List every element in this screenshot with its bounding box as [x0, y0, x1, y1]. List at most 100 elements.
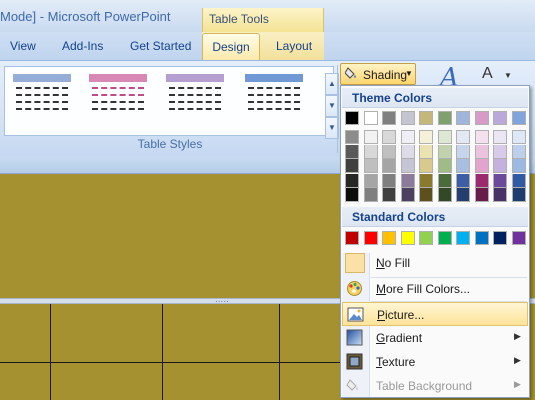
- picture-item[interactable]: Picture...: [342, 302, 528, 326]
- text-fill-dropdown-icon[interactable]: ▼: [504, 71, 512, 80]
- paint-bucket-icon: [346, 379, 358, 391]
- standard-color-swatch[interactable]: [382, 231, 396, 245]
- theme-shade-swatch[interactable]: [493, 173, 507, 188]
- theme-shade-swatch[interactable]: [474, 188, 489, 202]
- theme-shade-swatch[interactable]: [493, 159, 507, 173]
- standard-color-swatch[interactable]: [474, 231, 489, 245]
- theme-color-swatch[interactable]: [511, 111, 526, 125]
- title-bar: Mode] - Microsoft PowerPoint Table Tools: [0, 0, 535, 32]
- theme-shade-swatch[interactable]: [419, 130, 433, 144]
- table-style-3[interactable]: [166, 74, 224, 124]
- standard-color-swatch[interactable]: [511, 231, 526, 245]
- no-fill-item[interactable]: No Fill: [342, 251, 528, 277]
- theme-shade-swatch[interactable]: [382, 188, 396, 202]
- theme-shade-swatch[interactable]: [382, 159, 396, 173]
- theme-shade-swatch[interactable]: [400, 130, 415, 144]
- theme-shade-swatch[interactable]: [456, 130, 470, 144]
- theme-shade-swatch[interactable]: [456, 188, 470, 202]
- theme-color-swatch[interactable]: [400, 111, 415, 125]
- theme-shade-swatch[interactable]: [474, 173, 489, 188]
- standard-color-swatch[interactable]: [437, 231, 452, 245]
- paint-bucket-icon: [345, 67, 359, 82]
- tab-add-ins[interactable]: Add-Ins: [62, 39, 103, 53]
- theme-shade-swatch[interactable]: [419, 159, 433, 173]
- theme-shade-swatch[interactable]: [493, 188, 507, 202]
- theme-shade-swatch[interactable]: [493, 144, 507, 159]
- text-fill-icon[interactable]: A: [482, 65, 493, 83]
- ribbon-tabs: View Add-Ins Get Started Design Layout: [0, 32, 535, 61]
- theme-shade-swatch[interactable]: [474, 144, 489, 159]
- standard-color-swatch[interactable]: [345, 231, 359, 245]
- theme-shade-swatch[interactable]: [456, 173, 470, 188]
- theme-shade-swatch[interactable]: [382, 144, 396, 159]
- theme-shade-swatch[interactable]: [437, 173, 452, 188]
- theme-shade-swatch[interactable]: [345, 159, 359, 173]
- theme-shade-swatch[interactable]: [345, 130, 359, 144]
- theme-shade-swatch[interactable]: [493, 130, 507, 144]
- theme-shade-swatch[interactable]: [456, 159, 470, 173]
- shading-button[interactable]: Shading ▼: [340, 63, 416, 85]
- theme-color-swatch[interactable]: [382, 111, 396, 125]
- theme-shade-swatch[interactable]: [345, 188, 359, 202]
- theme-shade-swatch[interactable]: [400, 144, 415, 159]
- theme-shade-swatch[interactable]: [474, 159, 489, 173]
- theme-shade-swatch[interactable]: [400, 173, 415, 188]
- theme-color-swatch[interactable]: [493, 111, 507, 125]
- theme-shade-swatch[interactable]: [345, 144, 359, 159]
- theme-color-swatch[interactable]: [456, 111, 470, 125]
- theme-shade-swatch[interactable]: [382, 130, 396, 144]
- theme-shade-swatch[interactable]: [363, 173, 378, 188]
- table-style-2[interactable]: [89, 74, 147, 124]
- theme-shade-swatch[interactable]: [363, 159, 378, 173]
- tab-design[interactable]: Design: [202, 33, 260, 61]
- texture-item[interactable]: Texture ▶: [342, 350, 528, 374]
- theme-shade-swatch[interactable]: [363, 130, 378, 144]
- theme-shade-swatch[interactable]: [474, 130, 489, 144]
- theme-shade-swatch[interactable]: [437, 159, 452, 173]
- tab-view[interactable]: View: [10, 39, 36, 53]
- theme-shade-swatch[interactable]: [400, 188, 415, 202]
- more-fill-colors-item[interactable]: More Fill Colors...: [342, 277, 528, 301]
- tab-get-started[interactable]: Get Started: [130, 39, 191, 53]
- theme-shade-swatch[interactable]: [419, 173, 433, 188]
- theme-shade-swatch[interactable]: [437, 144, 452, 159]
- theme-color-swatch[interactable]: [437, 111, 452, 125]
- table-style-4[interactable]: [245, 74, 303, 124]
- theme-color-swatch[interactable]: [474, 111, 489, 125]
- theme-shade-swatch[interactable]: [437, 188, 452, 202]
- theme-shade-swatch[interactable]: [363, 144, 378, 159]
- theme-shade-swatch[interactable]: [437, 130, 452, 144]
- standard-color-swatch[interactable]: [400, 231, 415, 245]
- table-style-header: [13, 74, 71, 82]
- standard-color-swatch[interactable]: [363, 231, 378, 245]
- theme-shade-swatch[interactable]: [400, 159, 415, 173]
- tab-layout[interactable]: Layout: [276, 39, 312, 53]
- theme-shade-swatch[interactable]: [456, 144, 470, 159]
- table-background-submenu-arrow-icon: ▶: [514, 379, 521, 389]
- theme-shade-swatch[interactable]: [345, 173, 359, 188]
- gradient-item[interactable]: Gradient ▶: [342, 326, 528, 350]
- texture-submenu-arrow-icon: ▶: [514, 355, 521, 365]
- theme-shade-swatch[interactable]: [511, 159, 526, 173]
- theme-shade-swatch[interactable]: [419, 188, 433, 202]
- theme-shade-swatch[interactable]: [382, 173, 396, 188]
- theme-shade-swatch[interactable]: [511, 144, 526, 159]
- standard-color-swatch[interactable]: [493, 231, 507, 245]
- theme-shade-swatch[interactable]: [363, 188, 378, 202]
- theme-shade-swatch[interactable]: [511, 188, 526, 202]
- theme-color-swatch[interactable]: [419, 111, 433, 125]
- table-background-item[interactable]: Table Background ▶: [342, 374, 528, 398]
- standard-color-swatch[interactable]: [419, 231, 433, 245]
- theme-shade-swatch[interactable]: [511, 173, 526, 188]
- table-gridline: [0, 362, 345, 363]
- table-style-1[interactable]: [13, 74, 71, 124]
- picture-label: Picture...: [377, 308, 425, 322]
- window-title: Mode] - Microsoft PowerPoint: [0, 9, 171, 24]
- theme-shade-swatch[interactable]: [511, 130, 526, 144]
- table-gridline: [50, 304, 51, 400]
- table-styles-group-label: Table Styles: [137, 137, 203, 151]
- theme-shade-swatch[interactable]: [419, 144, 433, 159]
- theme-color-swatch[interactable]: [363, 111, 378, 125]
- standard-color-swatch[interactable]: [456, 231, 470, 245]
- theme-color-swatch[interactable]: [345, 111, 359, 125]
